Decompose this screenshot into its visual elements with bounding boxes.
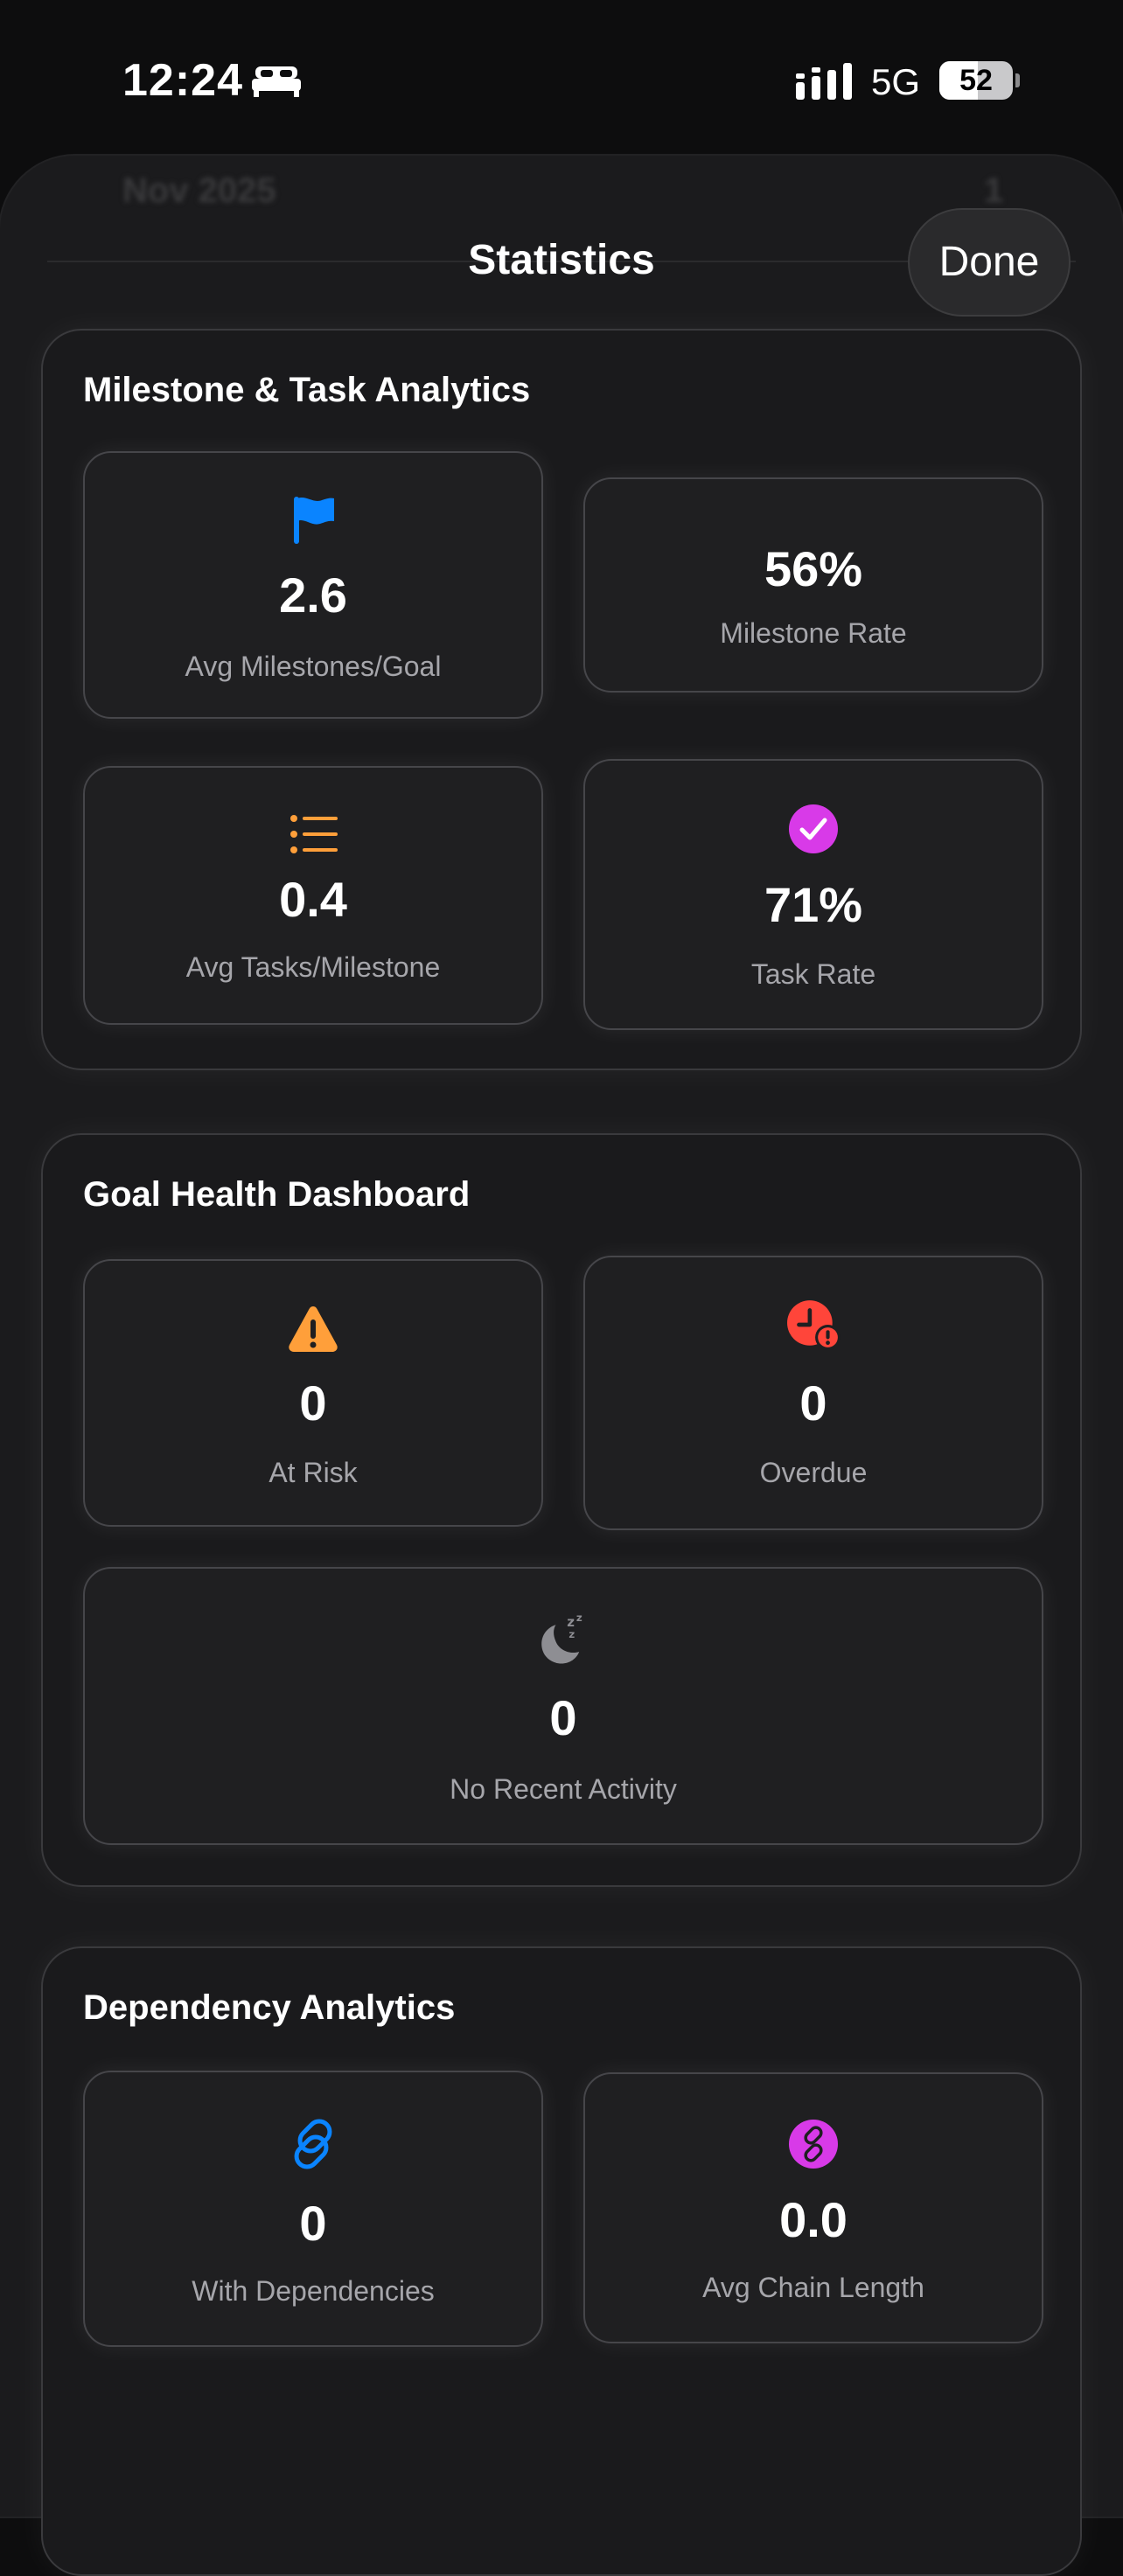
stat-label: With Dependencies (192, 2275, 435, 2307)
dependency-analytics-section: Dependency Analytics 0 With Dependencies… (41, 1946, 1082, 2576)
battery-icon: 52 (939, 61, 1020, 100)
no-recent-activity-card: z z z 0 No Recent Activity (83, 1567, 1043, 1845)
stat-value: 0.4 (279, 872, 347, 927)
section-title: Goal Health Dashboard (83, 1175, 471, 1214)
stat-value: 0 (299, 1375, 327, 1431)
section-title: Dependency Analytics (83, 1988, 456, 2027)
bed-icon (252, 66, 301, 97)
at-risk-card: 0 At Risk (83, 1259, 543, 1527)
warning-triangle-icon (289, 1306, 338, 1352)
stat-label: Overdue (759, 1457, 868, 1488)
stat-value: 0 (799, 1375, 827, 1431)
status-time: 12:24 (122, 55, 243, 106)
stat-value: 56% (764, 541, 863, 596)
avg-chain-length-card: 0.0 Avg Chain Length (583, 2072, 1043, 2343)
link-circle-icon (789, 2120, 838, 2169)
stat-label: At Risk (269, 1457, 358, 1488)
clock-alert-icon (787, 1300, 841, 1350)
stat-value: 0 (549, 1690, 577, 1745)
statistics-sheet: Nov 2025 1 Statistics Done Milestone & T… (0, 156, 1123, 2576)
list-bullet-icon (290, 815, 338, 853)
stat-value: 2.6 (279, 567, 347, 623)
milestone-task-analytics-section: Milestone & Task Analytics 2.6 Avg Miles… (41, 329, 1082, 1070)
background-peek-text: Nov 2025 (122, 171, 276, 210)
overdue-card: 0 Overdue (583, 1256, 1043, 1530)
stat-value: 71% (764, 877, 863, 932)
svg-text:z: z (568, 1628, 575, 1640)
goal-health-dashboard-section: Goal Health Dashboard 0 At Risk 0 Overdu… (41, 1133, 1082, 1887)
stat-label: Task Rate (750, 958, 876, 990)
svg-text:z: z (576, 1612, 582, 1624)
avg-tasks-card: 0.4 Avg Tasks/Milestone (83, 766, 543, 1025)
task-rate-card: 71% Task Rate (583, 759, 1043, 1030)
section-title: Milestone & Task Analytics (83, 371, 531, 409)
stat-label: Avg Tasks/Milestone (185, 951, 441, 983)
milestone-rate-card: 56% Milestone Rate (583, 477, 1043, 693)
background-peek-count: 1 (984, 171, 1004, 210)
link-icon (294, 2119, 332, 2169)
stat-value: 0 (299, 2196, 327, 2251)
with-dependencies-card: 0 With Dependencies (83, 2071, 543, 2347)
stat-value: 0.0 (779, 2192, 847, 2247)
checkmark-circle-icon (789, 804, 838, 853)
cellular-signal-icon (796, 63, 852, 100)
done-button[interactable]: Done (908, 208, 1071, 317)
stat-label: Avg Milestones/Goal (185, 651, 442, 682)
stat-label: Avg Chain Length (702, 2272, 924, 2303)
stat-label: Milestone Rate (720, 617, 907, 649)
stat-label: No Recent Activity (450, 1773, 677, 1805)
moon-zzz-icon: z z z (541, 1612, 582, 1664)
avg-milestones-card: 2.6 Avg Milestones/Goal (83, 451, 543, 719)
flag-icon (294, 497, 334, 544)
battery-percent: 52 (959, 64, 993, 97)
network-type: 5G (871, 61, 921, 102)
status-bar: 12:24 5G 52 (0, 0, 1123, 157)
